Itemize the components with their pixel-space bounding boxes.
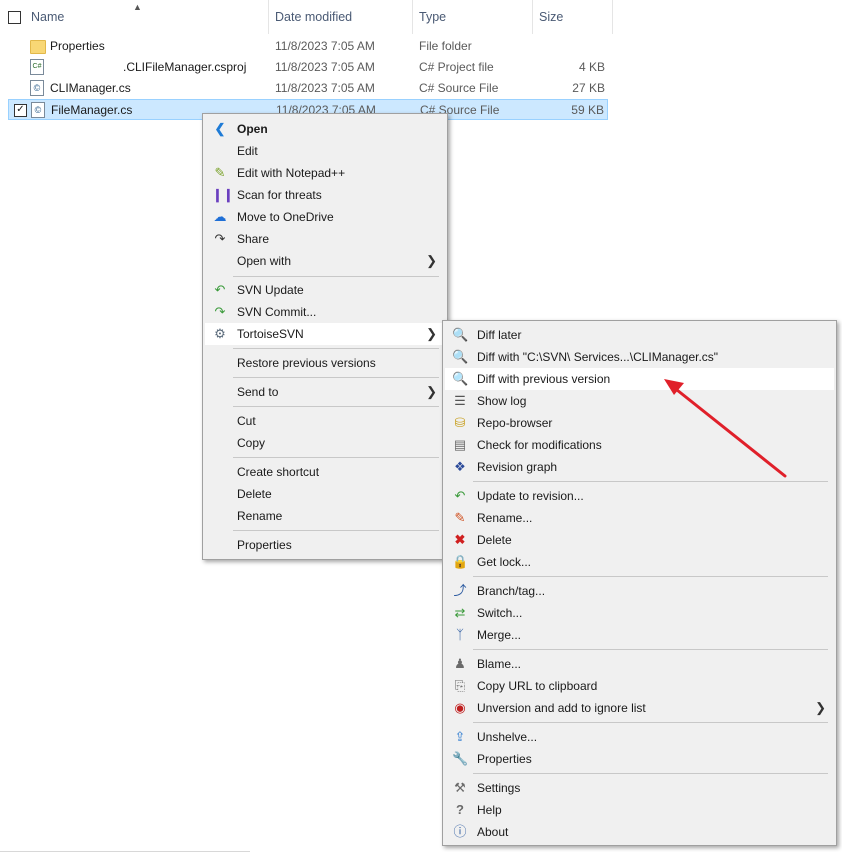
annotation-arrow — [664, 379, 787, 478]
